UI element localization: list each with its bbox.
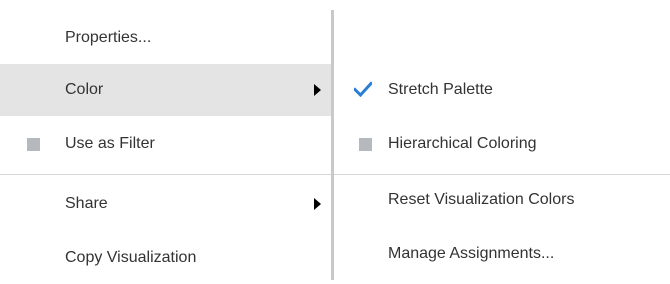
- menu-item-copy-visualization[interactable]: Copy Visualization: [0, 232, 332, 284]
- menu-item-label: Properties...: [65, 29, 152, 46]
- checkmark-icon: [354, 81, 372, 97]
- filter-square-icon: [27, 137, 40, 151]
- menu-item-properties[interactable]: Properties...: [0, 12, 332, 64]
- menu-item-use-as-filter[interactable]: Use as Filter: [0, 118, 332, 170]
- submenu-item-label: Hierarchical Coloring: [388, 135, 537, 152]
- menu-item-label: Copy Visualization: [65, 249, 197, 266]
- submenu-item-manage-assignments[interactable]: Manage Assignments...: [334, 228, 670, 280]
- submenu-arrow-icon: [314, 198, 321, 210]
- submenu-item-hierarchical-coloring[interactable]: Hierarchical Coloring: [334, 118, 670, 170]
- square-icon: [359, 137, 372, 151]
- menu-item-share[interactable]: Share: [0, 178, 332, 230]
- submenu-item-label: Manage Assignments...: [388, 245, 555, 262]
- submenu-item-label: Stretch Palette: [388, 81, 493, 98]
- submenu-item-stretch-palette[interactable]: Stretch Palette: [334, 64, 670, 116]
- submenu-item-label: Reset Visualization Colors: [388, 191, 575, 208]
- submenu-item-reset-visualization-colors[interactable]: Reset Visualization Colors: [334, 174, 670, 226]
- submenu-arrow-icon: [314, 84, 321, 96]
- menu-item-label: Use as Filter: [65, 135, 155, 152]
- menu-item-label: Share: [65, 195, 108, 212]
- menu-item-label: Color: [65, 81, 104, 98]
- color-submenu: Stretch Palette Hierarchical Coloring Re…: [334, 0, 670, 280]
- context-menu: Properties... Color Use as Filter Share …: [0, 0, 332, 280]
- menu-item-color[interactable]: Color: [0, 64, 332, 116]
- menu-separator: [0, 174, 331, 175]
